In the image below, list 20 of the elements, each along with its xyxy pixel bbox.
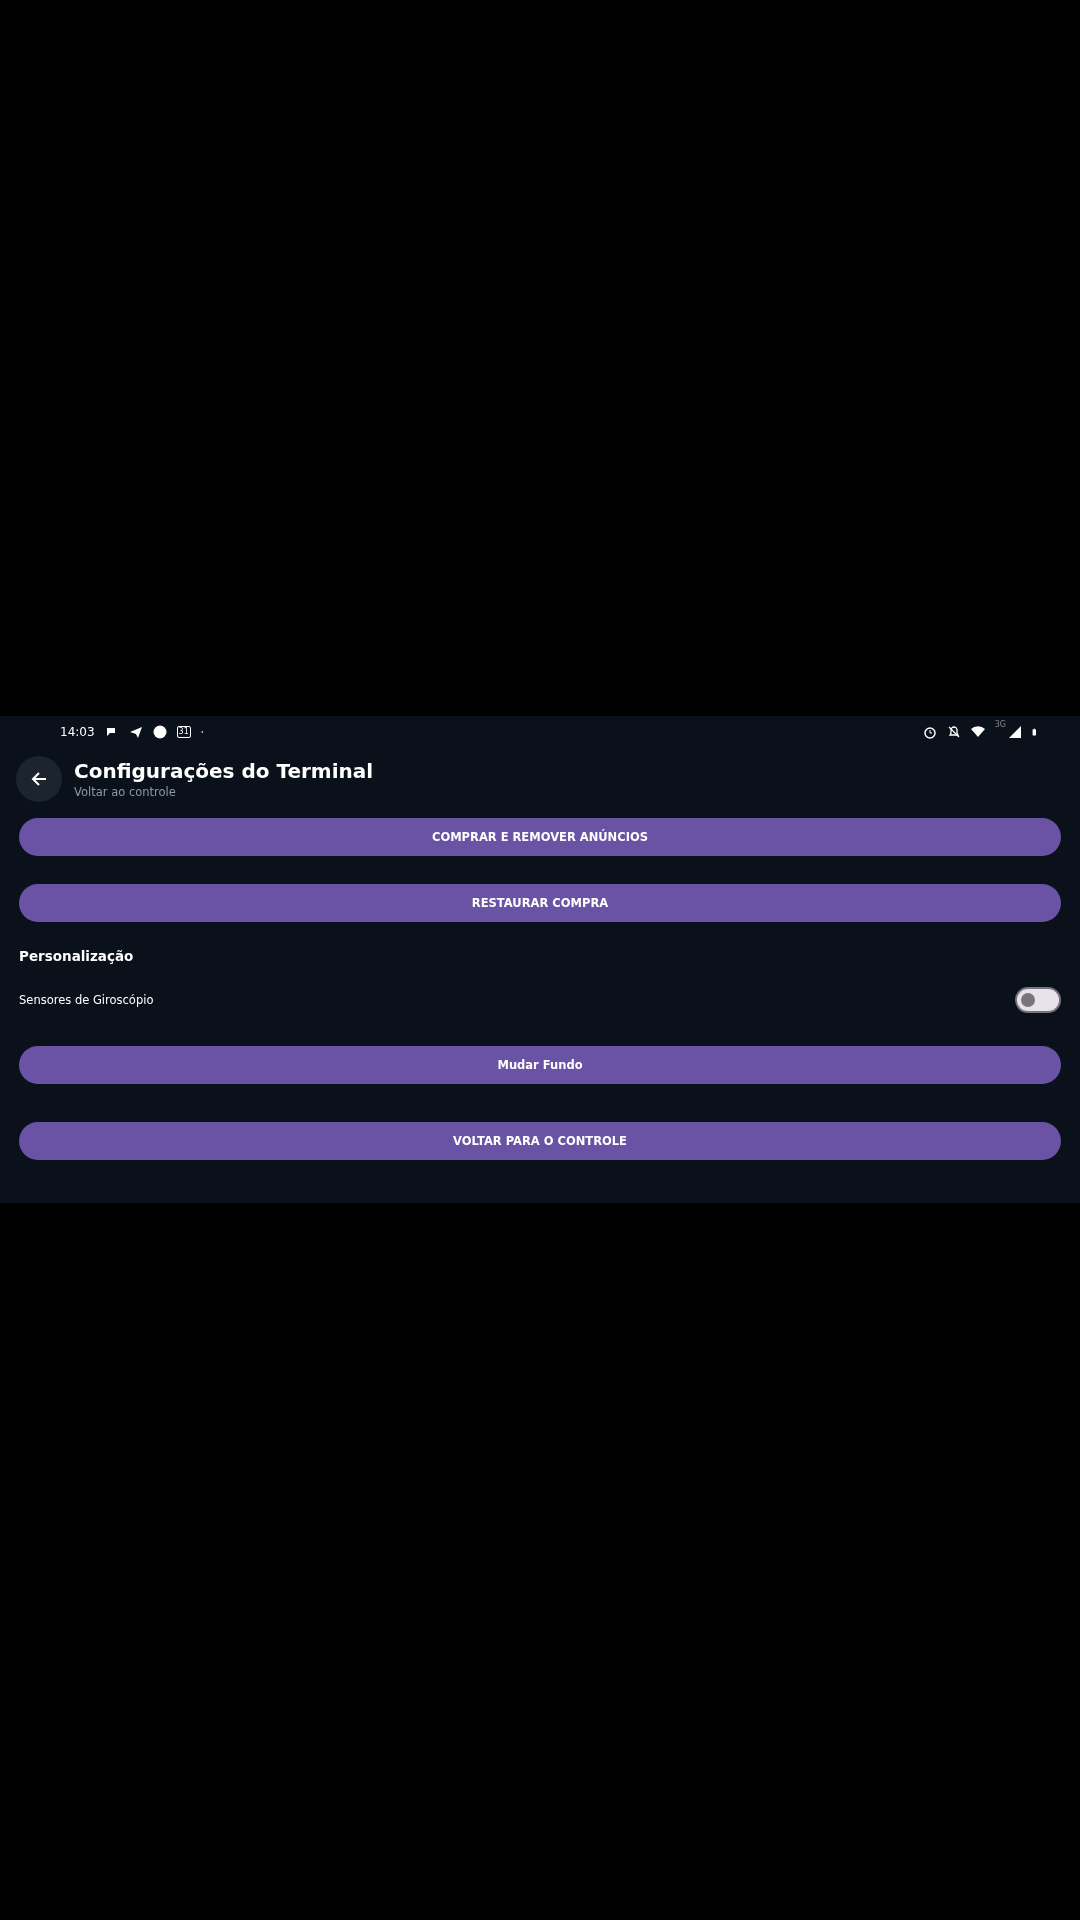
toggle-switch[interactable] (1015, 987, 1061, 1013)
action-button[interactable]: COMPRAR E REMOVER ANÚNCIOS (19, 818, 1061, 856)
network-type: 3G (994, 720, 1006, 729)
action-button[interactable]: Mudar Fundo (19, 1046, 1061, 1084)
back-arrow-icon (30, 770, 48, 788)
page-subtitle: Voltar ao controle (74, 785, 177, 799)
bell-off-icon (946, 725, 961, 739)
calendar-icon: 31 (176, 726, 191, 738)
page-title: Configurações do Terminal (74, 759, 374, 783)
send-icon (128, 725, 143, 739)
wifi-icon (970, 725, 985, 739)
section-heading: Personalização (19, 948, 135, 964)
setting-label: Sensores de Giroscópio (19, 993, 154, 1007)
alarm-icon (922, 725, 937, 739)
action-button[interactable]: VOLTAR PARA O CONTROLE (19, 1122, 1061, 1160)
back-button[interactable] (16, 756, 62, 802)
action-button[interactable]: RESTAURAR COMPRA (19, 884, 1061, 922)
circle-icon (152, 725, 167, 739)
signal-icon (1008, 725, 1022, 739)
status-time: 14:03 (60, 725, 95, 739)
